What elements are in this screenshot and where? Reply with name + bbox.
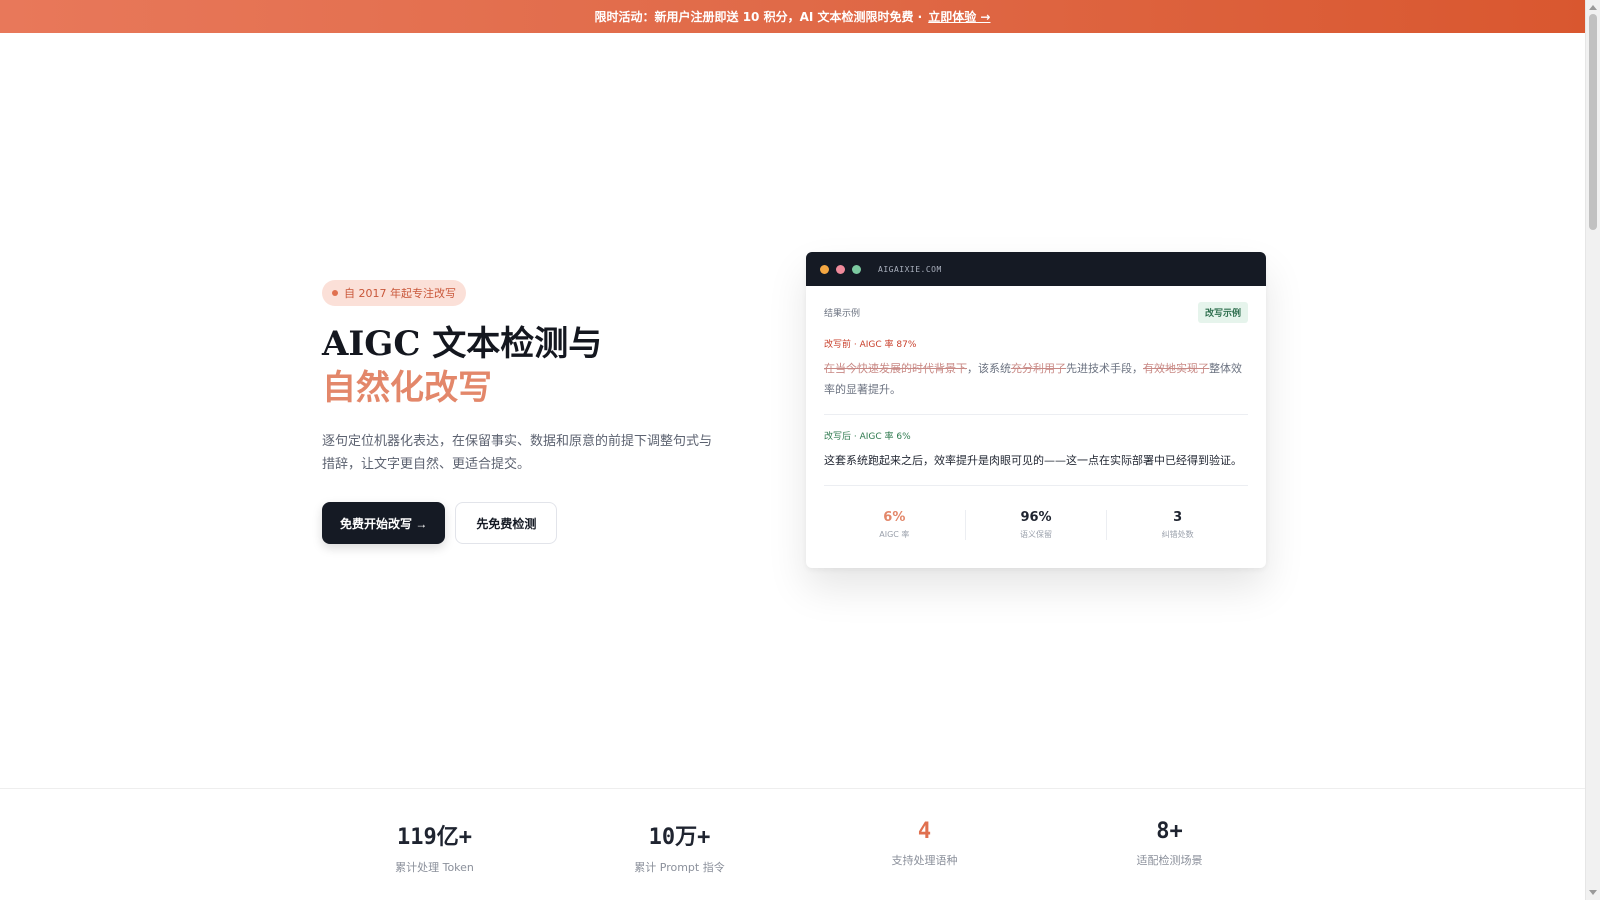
metric-prompts: 10万+ 累计 Prompt 指令 [557,819,802,875]
free-detect-button[interactable]: 先免费检测 [455,502,558,544]
result-label: 结果示例 [824,309,861,319]
metric-label: 累计 Prompt 指令 [634,861,725,874]
rewrite-example-tag: 改写示例 [1197,302,1248,323]
start-rewrite-button[interactable]: 免费开始改写 → [322,502,446,544]
stat-label: 纠错处数 [1161,530,1194,539]
before-text: 在当今快速发展的时代背景下，该系统充分利用了先进技术手段，有效地实现了整体效率的… [824,358,1248,400]
badge-dot-icon [332,290,338,296]
scrollbar-thumb[interactable] [1589,14,1597,230]
metric-scenarios: 8+ 适配检测场景 [1047,819,1292,875]
divider [824,414,1248,415]
metric-label: 累计处理 Token [395,861,474,874]
window-dot-yellow-icon [820,264,829,274]
divider [824,485,1248,486]
metric-value: 8+ [1156,819,1183,844]
plain-phrase: 先进技术手段， [1066,362,1143,375]
struck-phrase: 有效地实现了 [1143,362,1209,375]
stat-semantic-retention: 96% 语义保留 [964,510,1107,540]
preview-card: AIGAIXIE.COM 结果示例 改写示例 改写前 · AIGC 率 87% … [806,252,1266,568]
after-text: 这套系统跑起来之后，效率提升是肉眼可见的——这一点在实际部署中已经得到验证。 [824,454,1242,467]
promo-link[interactable]: 立即体验 → [928,8,990,25]
hero-title-line1: AIGC 文本检测与 [322,324,603,364]
stat-aigc-rate: 6% AIGC 率 [824,510,965,540]
stat-value: 3 [1173,510,1183,525]
hero-buttons: 免费开始改写 → 先免费检测 [322,502,742,544]
hero-title: AIGC 文本检测与 自然化改写 [322,322,742,410]
metric-value: 4 [917,819,932,844]
metric-label: 适配检测场景 [1136,854,1203,867]
metric-tokens: 119亿+ 累计处理 Token [312,819,557,875]
stat-value: 6% [883,510,906,525]
struck-phrase: 在当今快速发展的时代背景下 [824,362,967,375]
preview-stats: 6% AIGC 率 96% 语义保留 3 纠错处数 [824,502,1248,548]
metric-label: 支持处理语种 [891,854,958,867]
plain-phrase: ，该系统 [967,362,1011,375]
window-dot-green-icon [852,264,861,274]
struck-phrase: 充分利用了 [1011,362,1066,375]
stat-label: AIGC 率 [879,530,910,539]
page: 限时活动：新用户注册即送 10 积分，AI 文本检测限时免费 · 立即体验 → … [0,0,1600,900]
hero-section: 自 2017 年起专注改写 AIGC 文本检测与 自然化改写 逐句定位机器化表达… [322,280,742,544]
hero-description: 逐句定位机器化表达，在保留事实、数据和原意的前提下调整句式与措辞，让文字更自然、… [322,434,713,472]
stat-corrections: 3 纠错处数 [1106,510,1248,540]
after-label: 改写后 · AIGC 率 6% [824,432,911,442]
metrics-row: 119亿+ 累计处理 Token 10万+ 累计 Prompt 指令 4 支持处… [312,819,1292,875]
promo-text: 限时活动：新用户注册即送 10 积分，AI 文本检测限时免费 · [594,10,923,24]
scroll-down-icon[interactable] [1589,890,1597,895]
stat-value: 96% [1020,510,1052,525]
preview-header: 结果示例 改写示例 [824,302,1248,323]
hero-title-line2: 自然化改写 [322,368,492,408]
metric-languages: 4 支持处理语种 [802,819,1047,875]
preview-body: 结果示例 改写示例 改写前 · AIGC 率 87% 在当今快速发展的时代背景下… [806,302,1266,548]
since-badge: 自 2017 年起专注改写 [322,280,466,306]
metric-value: 10万+ [648,825,711,850]
promo-banner: 限时活动：新用户注册即送 10 积分，AI 文本检测限时免费 · 立即体验 → [0,0,1585,33]
preview-url: AIGAIXIE.COM [878,264,942,274]
stat-label: 语义保留 [1020,530,1052,539]
metric-value: 119亿+ [397,825,472,850]
window-dot-pink-icon [836,264,845,274]
scroll-up-icon[interactable] [1589,5,1597,10]
page-scrollbar[interactable] [1585,0,1600,900]
before-label: 改写前 · AIGC 率 87% [824,340,917,350]
preview-window-bar: AIGAIXIE.COM [806,252,1266,286]
badge-text: 自 2017 年起专注改写 [344,287,456,300]
metrics-section: 119亿+ 累计处理 Token 10万+ 累计 Prompt 指令 4 支持处… [0,788,1585,900]
